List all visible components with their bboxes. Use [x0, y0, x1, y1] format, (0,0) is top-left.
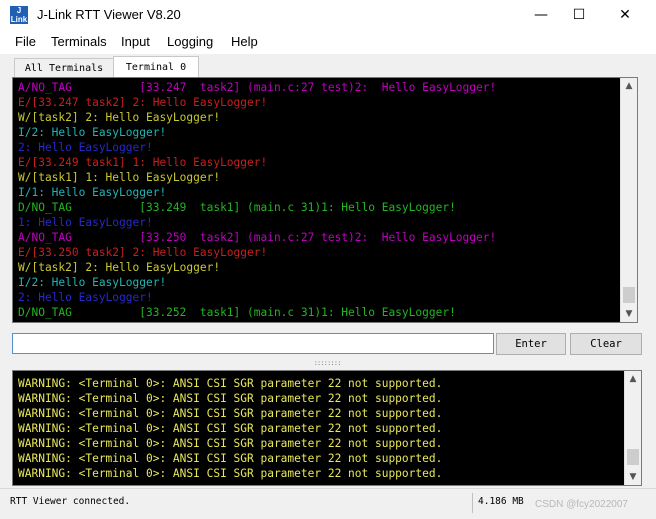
command-input[interactable] [12, 333, 494, 354]
terminal-line: W/[task2] 2: Hello EasyLogger! [18, 261, 221, 274]
tab-terminal-0[interactable]: Terminal 0 [113, 56, 199, 78]
terminal-line: W/[task1] 1: Hello EasyLogger! [18, 171, 221, 184]
terminal-line: I/2: Hello EasyLogger! [18, 276, 167, 289]
log-line: WARNING: <Terminal 0>: ANSI CSI SGR para… [18, 422, 443, 435]
log-line: WARNING: <Terminal 0>: ANSI CSI SGR para… [18, 407, 443, 420]
log-line: WARNING: <Terminal 0>: ANSI CSI SGR para… [18, 467, 443, 480]
terminal-line: D/NO_TAG [33.249 task1] (main.c 31)1: He… [18, 201, 456, 214]
terminal-line: E/[33.249 task1] 1: Hello EasyLogger! [18, 156, 268, 169]
terminal-line: E/[33.250 task2] 2: Hello EasyLogger! [18, 246, 268, 259]
terminal-tabs: All Terminals Terminal 0 [0, 54, 656, 78]
terminal-line: D/NO_TAG [33.252 task1] (main.c 31)1: He… [18, 306, 456, 319]
title-bar[interactable]: J Link J-Link RTT Viewer V8.20 — ☐ ✕ [0, 0, 656, 30]
terminal-line: I/2: Hello EasyLogger! [18, 126, 167, 139]
close-button[interactable]: ✕ [602, 0, 648, 30]
scroll-thumb[interactable] [623, 287, 635, 303]
log-line: WARNING: <Terminal 0>: ANSI CSI SGR para… [18, 392, 443, 405]
pane-splitter[interactable]: :::::::: [0, 357, 656, 369]
terminal-line: E/[33.247 task2] 2: Hello EasyLogger! [18, 96, 268, 109]
terminal-scrollbar[interactable]: ▲ ▼ [620, 78, 637, 322]
log-scroll-down-arrow-icon[interactable]: ▼ [625, 469, 641, 485]
window-title: J-Link RTT Viewer V8.20 [37, 7, 181, 22]
log-line: WARNING: <Terminal 0>: ANSI CSI SGR para… [18, 452, 443, 465]
terminal-line: A/NO_TAG [33.247 task2] (main.c:27 test)… [18, 81, 497, 94]
tab-all-terminals[interactable]: All Terminals [14, 58, 114, 78]
terminal-line: 1: Hello EasyLogger! [18, 216, 153, 229]
terminal-line: A/NO_TAG [33.250 task2] (main.c:27 test)… [18, 231, 497, 244]
terminal-line: I/1: Hello EasyLogger! [18, 186, 167, 199]
menu-input[interactable]: Input [121, 34, 150, 49]
terminal-lines: A/NO_TAG [33.247 task2] (main.c:27 test)… [18, 80, 621, 320]
scroll-up-arrow-icon[interactable]: ▲ [621, 78, 637, 94]
scroll-down-arrow-icon[interactable]: ▼ [621, 306, 637, 322]
status-bar: RTT Viewer connected. 4.186 MB CSDN @fcy… [0, 488, 656, 519]
menu-terminals[interactable]: Terminals [51, 34, 107, 49]
menu-logging[interactable]: Logging [167, 34, 213, 49]
clear-button[interactable]: Clear [570, 333, 642, 355]
maximize-button[interactable]: ☐ [556, 0, 602, 30]
status-message: RTT Viewer connected. [10, 496, 131, 507]
log-line: WARNING: <Terminal 0>: ANSI CSI SGR para… [18, 377, 443, 390]
terminal-line: W/[task2] 2: Hello EasyLogger! [18, 111, 221, 124]
memory-usage: 4.186 MB [478, 496, 524, 507]
rtt-viewer-window: J Link J-Link RTT Viewer V8.20 — ☐ ✕ Fil… [0, 0, 656, 519]
menu-bar: File Terminals Input Logging Help [0, 30, 656, 54]
enter-button[interactable]: Enter [496, 333, 566, 355]
log-lines: WARNING: <Terminal 0>: ANSI CSI SGR para… [18, 376, 625, 481]
log-line: WARNING: <Terminal 0>: ANSI CSI SGR para… [18, 437, 443, 450]
watermark: CSDN @fcy2022007 [535, 499, 628, 510]
log-scrollbar[interactable]: ▲ ▼ [624, 371, 641, 485]
terminal-output[interactable]: A/NO_TAG [33.247 task2] (main.c:27 test)… [12, 77, 638, 323]
menu-help[interactable]: Help [231, 34, 258, 49]
log-scroll-up-arrow-icon[interactable]: ▲ [625, 371, 641, 387]
log-output[interactable]: WARNING: <Terminal 0>: ANSI CSI SGR para… [12, 370, 642, 486]
status-divider [472, 493, 473, 513]
terminal-line: 2: Hello EasyLogger! [18, 291, 153, 304]
jlink-app-icon: J Link [10, 6, 28, 24]
terminal-line: 2: Hello EasyLogger! [18, 141, 153, 154]
menu-file[interactable]: File [15, 34, 36, 49]
log-scroll-thumb[interactable] [627, 449, 639, 465]
